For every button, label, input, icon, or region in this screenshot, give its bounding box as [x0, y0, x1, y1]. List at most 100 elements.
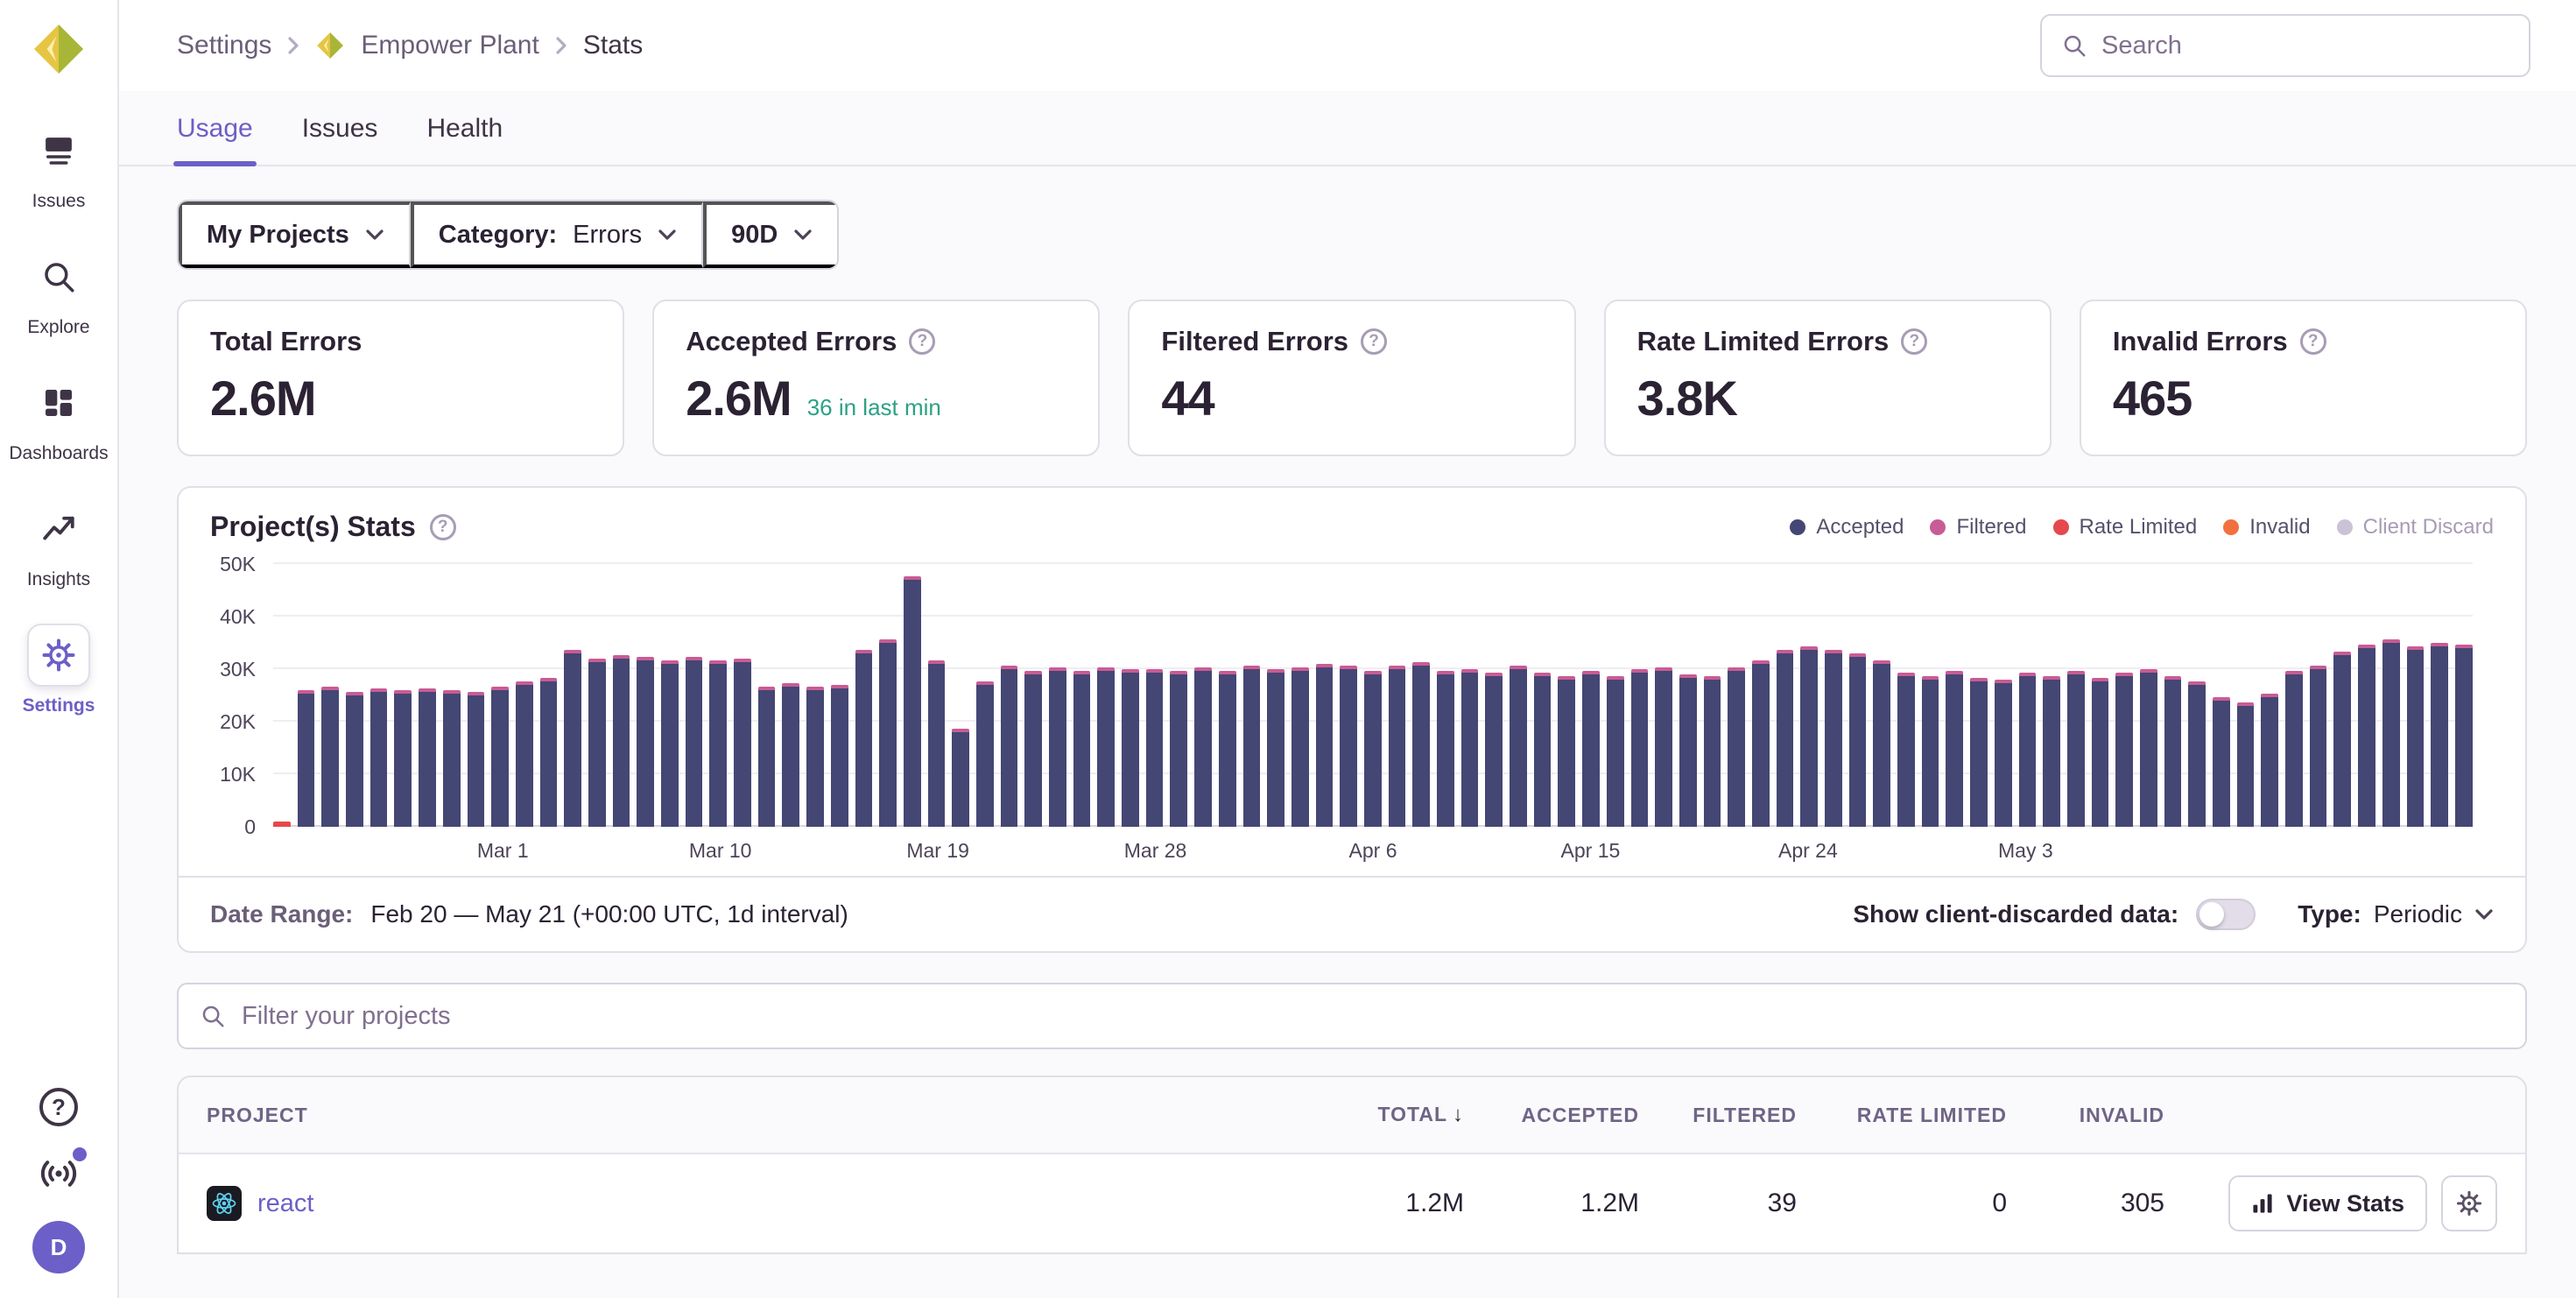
legend-item-accepted[interactable]: Accepted — [1790, 515, 1904, 540]
sidebar-item-settings[interactable]: Settings — [23, 624, 95, 716]
chart-bar[interactable] — [1194, 667, 1212, 827]
chart-bar[interactable] — [2019, 673, 2037, 827]
type-selector[interactable]: Type: Periodic — [2298, 900, 2494, 928]
info-icon[interactable]: ? — [1361, 328, 1387, 355]
chart-bar[interactable] — [1219, 671, 1236, 827]
chart-bar[interactable] — [952, 729, 969, 827]
chart-bar[interactable] — [419, 688, 436, 827]
chart-bar[interactable] — [1389, 666, 1406, 827]
chart-bar[interactable] — [1316, 664, 1334, 827]
chart-bar[interactable] — [758, 687, 776, 827]
project-filter[interactable] — [177, 983, 2527, 1049]
chart-bar[interactable] — [855, 650, 873, 827]
org-logo-icon[interactable] — [31, 21, 87, 77]
sidebar-item-insights[interactable]: Insights — [27, 497, 90, 590]
tab-usage[interactable]: Usage — [177, 114, 253, 165]
column-header-rate-limited[interactable]: RATE LIMITED — [1797, 1104, 2007, 1127]
chart-bar[interactable] — [1097, 667, 1115, 827]
chart-bar[interactable] — [1704, 676, 1721, 827]
chart-bar[interactable] — [661, 660, 679, 827]
chart-bar[interactable] — [637, 657, 654, 827]
chart-bar[interactable] — [2043, 676, 2060, 827]
chart-bar[interactable] — [516, 681, 533, 827]
chart-bar[interactable] — [2164, 676, 2182, 827]
project-settings-button[interactable] — [2441, 1175, 2497, 1231]
chart-bar[interactable] — [2382, 639, 2400, 827]
chart-bar[interactable] — [468, 692, 485, 827]
chart-bar[interactable] — [1558, 676, 1575, 827]
chart-bar[interactable] — [1461, 669, 1479, 827]
global-search[interactable] — [2040, 14, 2530, 77]
chart-bar[interactable] — [1655, 667, 1672, 827]
chart-bar[interactable] — [394, 690, 412, 827]
chart-bar[interactable] — [2285, 671, 2303, 827]
chart-bar[interactable] — [613, 655, 630, 827]
chart-bar[interactable] — [2261, 694, 2278, 827]
view-stats-button[interactable]: View Stats — [2228, 1175, 2427, 1231]
chart-bar[interactable] — [1679, 674, 1697, 827]
search-input[interactable] — [2101, 32, 2509, 60]
chart-bar[interactable] — [1946, 671, 1963, 827]
chart-bar[interactable] — [1073, 671, 1091, 827]
chart-bar[interactable] — [1243, 666, 1261, 827]
chart-bar[interactable] — [904, 576, 921, 827]
chart-bar[interactable] — [2455, 645, 2473, 827]
category-selector-button[interactable]: Category: Errors — [411, 201, 703, 268]
breadcrumb-settings[interactable]: Settings — [177, 31, 271, 60]
chart-bar[interactable] — [709, 660, 727, 827]
chart-bar[interactable] — [564, 650, 581, 827]
chart-bar[interactable] — [298, 690, 315, 827]
chart-bar[interactable] — [2358, 645, 2375, 827]
chart-bar[interactable] — [1024, 671, 1042, 827]
chart-bar[interactable] — [321, 687, 339, 827]
chart-bar[interactable] — [1631, 669, 1649, 827]
date-range-selector-button[interactable]: 90D — [703, 201, 837, 268]
legend-item-invalid[interactable]: Invalid — [2223, 515, 2310, 540]
chart-bar[interactable] — [588, 659, 606, 827]
chart-bar[interactable] — [1122, 669, 1139, 827]
legend-item-rate-limited[interactable]: Rate Limited — [2053, 515, 2198, 540]
chart-bar[interactable] — [1873, 660, 1890, 827]
chart-bar[interactable] — [370, 688, 388, 827]
chart-bar[interactable] — [2115, 673, 2133, 827]
chart-bar[interactable] — [1510, 666, 1527, 827]
chart-bar[interactable] — [1146, 669, 1164, 827]
chart-bar[interactable] — [1049, 667, 1066, 827]
chart-bar[interactable] — [1995, 680, 2012, 827]
chart-bar[interactable] — [1777, 650, 1794, 827]
chart-bar[interactable] — [879, 639, 897, 827]
chart-bar[interactable] — [734, 659, 751, 827]
chart-bar[interactable] — [1170, 671, 1187, 827]
chart-bar[interactable] — [1267, 669, 1284, 827]
column-header-invalid[interactable]: INVALID — [2007, 1104, 2164, 1127]
chart-bar[interactable] — [1412, 662, 1430, 827]
chart-bar[interactable] — [2140, 669, 2157, 827]
info-icon[interactable]: ? — [2300, 328, 2326, 355]
info-icon[interactable]: ? — [1901, 328, 1927, 355]
info-icon[interactable]: ? — [909, 328, 935, 355]
chart-bar[interactable] — [2213, 697, 2230, 827]
tab-issues[interactable]: Issues — [302, 114, 378, 165]
chart-bar[interactable] — [928, 660, 946, 827]
help-icon[interactable]: ? — [39, 1088, 78, 1126]
chart-bar[interactable] — [2188, 681, 2206, 827]
project-selector-button[interactable]: My Projects — [179, 201, 411, 268]
chart-bar[interactable] — [806, 687, 824, 827]
sidebar-item-explore[interactable]: Explore — [27, 245, 90, 338]
whats-new-button[interactable] — [38, 1153, 80, 1195]
client-discard-toggle[interactable] — [2196, 899, 2256, 930]
column-header-accepted[interactable]: ACCEPTED — [1464, 1104, 1639, 1127]
chart-bar[interactable] — [273, 822, 291, 827]
chart-bar[interactable] — [1340, 666, 1357, 827]
sidebar-item-dashboards[interactable]: Dashboards — [9, 371, 108, 464]
chart-bar[interactable] — [540, 678, 558, 827]
chart-bar[interactable] — [1437, 671, 1454, 827]
chart-bar[interactable] — [1607, 676, 1624, 827]
chart-bar[interactable] — [1922, 676, 1939, 827]
breadcrumb-organization[interactable]: Empower Plant — [361, 31, 538, 60]
chart-bar[interactable] — [1849, 653, 1867, 827]
chart-bar[interactable] — [346, 692, 363, 827]
chart-bar[interactable] — [1534, 673, 1552, 827]
chart-bar[interactable] — [1728, 667, 1745, 827]
chart-bar[interactable] — [2431, 643, 2448, 827]
